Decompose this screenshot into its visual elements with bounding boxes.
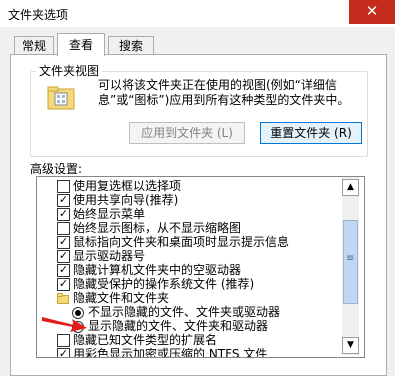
checkbox-checked[interactable]: ✓	[57, 236, 70, 249]
checkbox-checked[interactable]: ✓	[57, 194, 70, 207]
vertical-scrollbar[interactable]: ▲ ≡ ▼	[342, 177, 359, 355]
close-button[interactable]: ✕	[349, 0, 395, 24]
list-item-label: 始终显示图标，从不显示缩略图	[73, 221, 242, 235]
checkbox[interactable]	[57, 222, 70, 235]
red-arrow-icon	[42, 317, 87, 332]
checkbox[interactable]	[57, 334, 70, 347]
checkbox-checked[interactable]: ✓	[57, 250, 70, 263]
advanced-settings-label: 高级设置:	[30, 162, 83, 176]
chevron-up-icon: ▲	[347, 182, 354, 192]
reset-folders-button[interactable]: 重置文件夹 (R)	[260, 122, 362, 144]
scroll-up-button[interactable]: ▲	[342, 179, 359, 196]
folder-views-description: 可以将该文件夹正在使用的视图(例如“详细信息”或“图标”)应用到所有这种类型的文…	[98, 78, 350, 107]
close-icon: ✕	[365, 2, 379, 20]
tab-search[interactable]: 搜索	[108, 36, 154, 56]
list-item-label: 使用共享向导(推荐)	[73, 193, 179, 207]
tab-general[interactable]: 常规	[14, 36, 54, 56]
list-item-label: 用彩色显示加密或压缩的 NTFS 文件	[73, 347, 268, 358]
list-item-label: 隐藏受保护的操作系统文件 (推荐)	[73, 277, 255, 291]
window-title: 文件夹选项	[8, 8, 69, 22]
checkbox[interactable]	[57, 180, 70, 193]
list-item-label: 隐藏已知文件类型的扩展名	[73, 333, 218, 347]
title-bar: 文件夹选项 ✕	[0, 0, 395, 27]
tab-view[interactable]: 查看	[57, 33, 105, 56]
list-item-label: 使用复选框以选择项	[73, 179, 182, 193]
folder-view-icon	[47, 86, 75, 110]
checkbox-checked[interactable]: ✓	[57, 348, 70, 357]
scroll-down-button[interactable]: ▼	[342, 337, 359, 354]
list-item-label: 鼠标指向文件夹和桌面项时显示提示信息	[73, 235, 290, 249]
apply-to-folders-button[interactable]: 应用到文件夹 (L)	[129, 122, 245, 144]
list-item-label: 隐藏计算机文件夹中的空驱动器	[73, 263, 242, 277]
scroll-thumb[interactable]: ≡	[343, 220, 358, 304]
checkbox-checked[interactable]: ✓	[57, 264, 70, 277]
grip-icon: ≡	[346, 253, 355, 264]
list-item-label: 隐藏文件和文件夹	[73, 291, 170, 305]
folder-views-title: 文件夹视图	[36, 62, 103, 79]
chevron-down-icon: ▼	[347, 340, 354, 350]
folder-icon	[57, 293, 69, 304]
list-item-label: 不显示隐藏的文件、文件夹或驱动器	[88, 305, 281, 319]
list-item-label: 显示隐藏的文件、文件夹和驱动器	[88, 319, 269, 333]
list-item-label: 始终显示菜单	[73, 207, 146, 221]
checkbox-checked[interactable]: ✓	[57, 278, 70, 291]
checkbox-checked[interactable]: ✓	[57, 208, 70, 221]
list-item-label: 显示驱动器号	[73, 249, 146, 263]
